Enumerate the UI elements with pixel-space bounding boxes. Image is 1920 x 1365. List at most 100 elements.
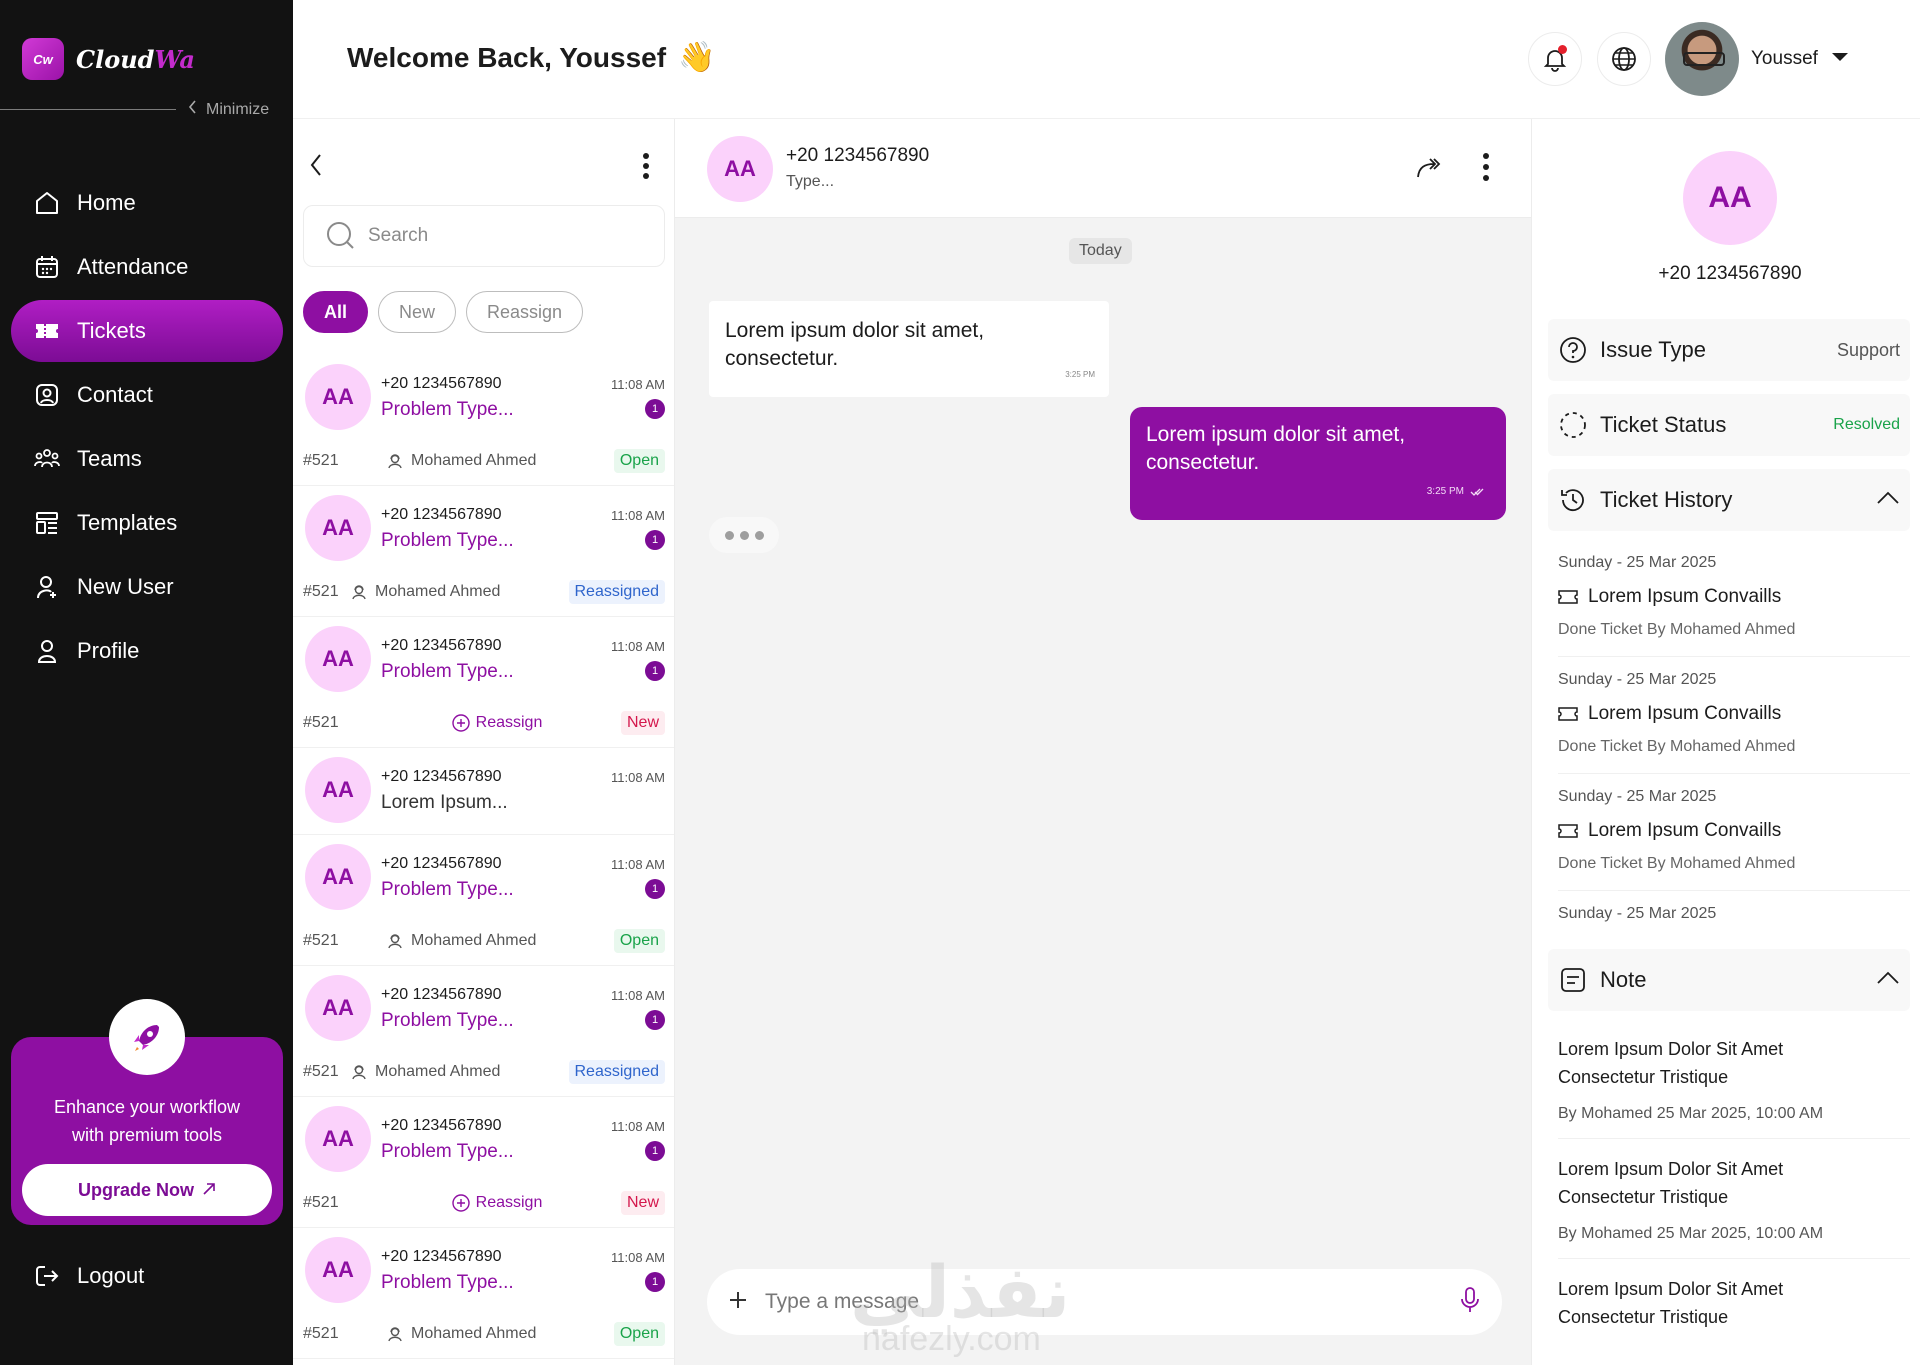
issue-type-label: Issue Type (1600, 337, 1706, 362)
language-button[interactable] (1597, 32, 1651, 86)
reassign-button[interactable]: Reassign (373, 1194, 621, 1212)
templates-icon (36, 512, 58, 534)
history-title: Lorem Ipsum Convaills (1558, 703, 1781, 725)
app-logo[interactable]: Cw CloudWa (22, 38, 195, 80)
watermark-url: nafezly.com (862, 1320, 1041, 1358)
ticket-number: #521 (303, 1063, 339, 1080)
message-time: 11:08 AM (611, 857, 665, 872)
issue-type-value: Support (1836, 339, 1900, 360)
chat-list-item[interactable]: AA +20 1234567890 Problem Type... 11:08 … (293, 1228, 674, 1359)
chat-list-item[interactable]: AA +20 1234567890 Problem Type... 11:08 … (293, 835, 674, 966)
note-item: Lorem Ipsum Dolor Sit Amet Consectetur T… (1558, 1259, 1910, 1365)
logout-button[interactable]: Logout (33, 1262, 144, 1290)
message-time: 11:08 AM (611, 1119, 665, 1134)
nav-item-attendance[interactable]: Attendance (11, 236, 283, 298)
ticket-history-header[interactable]: Ticket History (1548, 469, 1910, 531)
issue-type-row[interactable]: Issue Type Support (1548, 319, 1910, 381)
microphone-icon[interactable] (1458, 1286, 1482, 1319)
logo-text-accent: Wa (154, 44, 195, 74)
contact-avatar: AA (707, 136, 773, 202)
search-box[interactable]: Search (303, 205, 665, 267)
chevron-up-icon[interactable] (1876, 971, 1900, 990)
message-time: 11:08 AM (611, 770, 665, 785)
contact-phone: +20 1234567890 (381, 637, 502, 654)
plus-icon[interactable] (727, 1289, 749, 1316)
ticket-status-row[interactable]: Ticket Status Resolved (1548, 394, 1910, 456)
back-chevron-icon[interactable] (309, 153, 323, 182)
user-menu[interactable]: Youssef (1665, 22, 1850, 96)
message-time: 11:08 AM (611, 508, 665, 523)
nav-item-tickets[interactable]: Tickets (11, 300, 283, 362)
chat-list-item[interactable]: AA +20 1234567890 Problem Type... 11:08 … (293, 355, 674, 486)
contact-avatar: AA (305, 975, 371, 1041)
reassign-label: Reassign (475, 1194, 543, 1211)
plus-circle-icon (451, 1194, 470, 1212)
ticket-history-list: Sunday - 25 Mar 2025 Lorem Ipsum Convail… (1558, 540, 1910, 951)
ticket-meta: #521 Mohamed Ahmed Open (303, 929, 665, 953)
history-title-text: Lorem Ipsum Convaills (1588, 586, 1782, 607)
nav-item-profile[interactable]: Profile (11, 620, 283, 682)
chat-list-item[interactable]: AA +20 1234567890 Problem Type... 11:08 … (293, 486, 674, 617)
history-title: Lorem Ipsum Convaills (1558, 586, 1781, 608)
status-badge: Reassigned (568, 1060, 665, 1084)
note-item: Lorem Ipsum Dolor Sit Amet Consectetur T… (1558, 1139, 1910, 1259)
filter-all[interactable]: All (303, 291, 369, 333)
notifications-button[interactable] (1528, 32, 1582, 86)
message-time: 11:08 AM (611, 1250, 665, 1265)
chat-list-item[interactable]: AA +20 1234567890 Lorem Ipsum... 11:08 A… (293, 748, 674, 835)
filter-new[interactable]: New (378, 291, 457, 333)
unread-badge: 1 (645, 1141, 665, 1161)
conversation-panel: AA +20 1234567890 Type... Today Lorem ip… (675, 119, 1532, 1365)
more-vertical-icon[interactable] (1483, 153, 1489, 186)
notification-dot (1558, 45, 1567, 54)
search-input[interactable]: Search (368, 225, 428, 247)
ticket-icon (1558, 824, 1578, 838)
more-vertical-icon[interactable] (643, 153, 649, 184)
message-time: 3:25 PM (1065, 370, 1095, 379)
nav-item-new-user[interactable]: New User (11, 556, 283, 618)
contact-phone: +20 1234567890 (381, 768, 502, 785)
user-avatar (1665, 22, 1739, 96)
typing-indicator (709, 517, 779, 553)
history-subtitle: Done Ticket By Mohamed Ahmed (1558, 738, 1796, 755)
filter-reassign[interactable]: Reassign (466, 291, 584, 333)
note-header[interactable]: Note (1548, 949, 1910, 1011)
agent-name: Mohamed Ahmed (411, 1325, 537, 1342)
nav-item-templates[interactable]: Templates (11, 492, 283, 554)
ticket-title: Problem Type... (381, 1272, 514, 1293)
contact-phone: +20 1234567890 (381, 1248, 502, 1265)
nav-item-teams[interactable]: Teams (11, 428, 283, 490)
chat-list-item[interactable]: AA +20 1234567890 Problem Type... 11:08 … (293, 617, 674, 748)
upgrade-now-button[interactable]: Upgrade Now (22, 1164, 272, 1216)
contact-avatar: AA (305, 495, 371, 561)
forward-icon[interactable] (1415, 155, 1445, 186)
contact-avatar: AA (305, 1106, 371, 1172)
nav-item-home[interactable]: Home (11, 172, 283, 234)
arrow-up-right-icon (202, 1180, 216, 1201)
reassign-label: Reassign (475, 714, 543, 731)
history-title-text: Lorem Ipsum Convaills (1588, 703, 1782, 724)
add-user-icon (37, 576, 56, 599)
chevron-up-icon[interactable] (1876, 491, 1900, 510)
history-subtitle: Done Ticket By Mohamed Ahmed (1558, 621, 1796, 638)
chat-list-item[interactable]: AA +20 1234567890 Problem Type... 11:08 … (293, 966, 674, 1097)
ticket-status-value: Resolved (1833, 416, 1900, 433)
agent-icon (352, 1065, 366, 1080)
nav-label: Attendance (77, 254, 189, 279)
note-author: By Mohamed 25 Mar 2025, 10:00 AM (1558, 1225, 1824, 1242)
history-item: Sunday - 25 Mar 2025 Lorem Ipsum Convail… (1558, 657, 1910, 774)
incoming-message: Lorem ipsum dolor sit amet, consectetur.… (709, 301, 1109, 397)
filter-chips: All New Reassign (303, 291, 584, 333)
unread-badge: 1 (645, 399, 665, 419)
logout-icon (36, 1266, 59, 1286)
chat-list-item[interactable]: AA +20 1234567890 Problem Type... 11:08 … (293, 1097, 674, 1228)
nav-item-contact[interactable]: Contact (11, 364, 283, 426)
welcome-heading: Welcome Back, Youssef 👋 (347, 40, 715, 75)
agent-icon (388, 454, 402, 469)
waving-hand-icon: 👋 (678, 41, 716, 74)
message-time: 11:08 AM (611, 639, 665, 654)
minimize-button[interactable]: Minimize (188, 100, 269, 119)
day-separator: Today (1069, 238, 1132, 264)
ticket-title: Problem Type... (381, 1010, 514, 1031)
reassign-button[interactable]: Reassign (373, 714, 621, 732)
